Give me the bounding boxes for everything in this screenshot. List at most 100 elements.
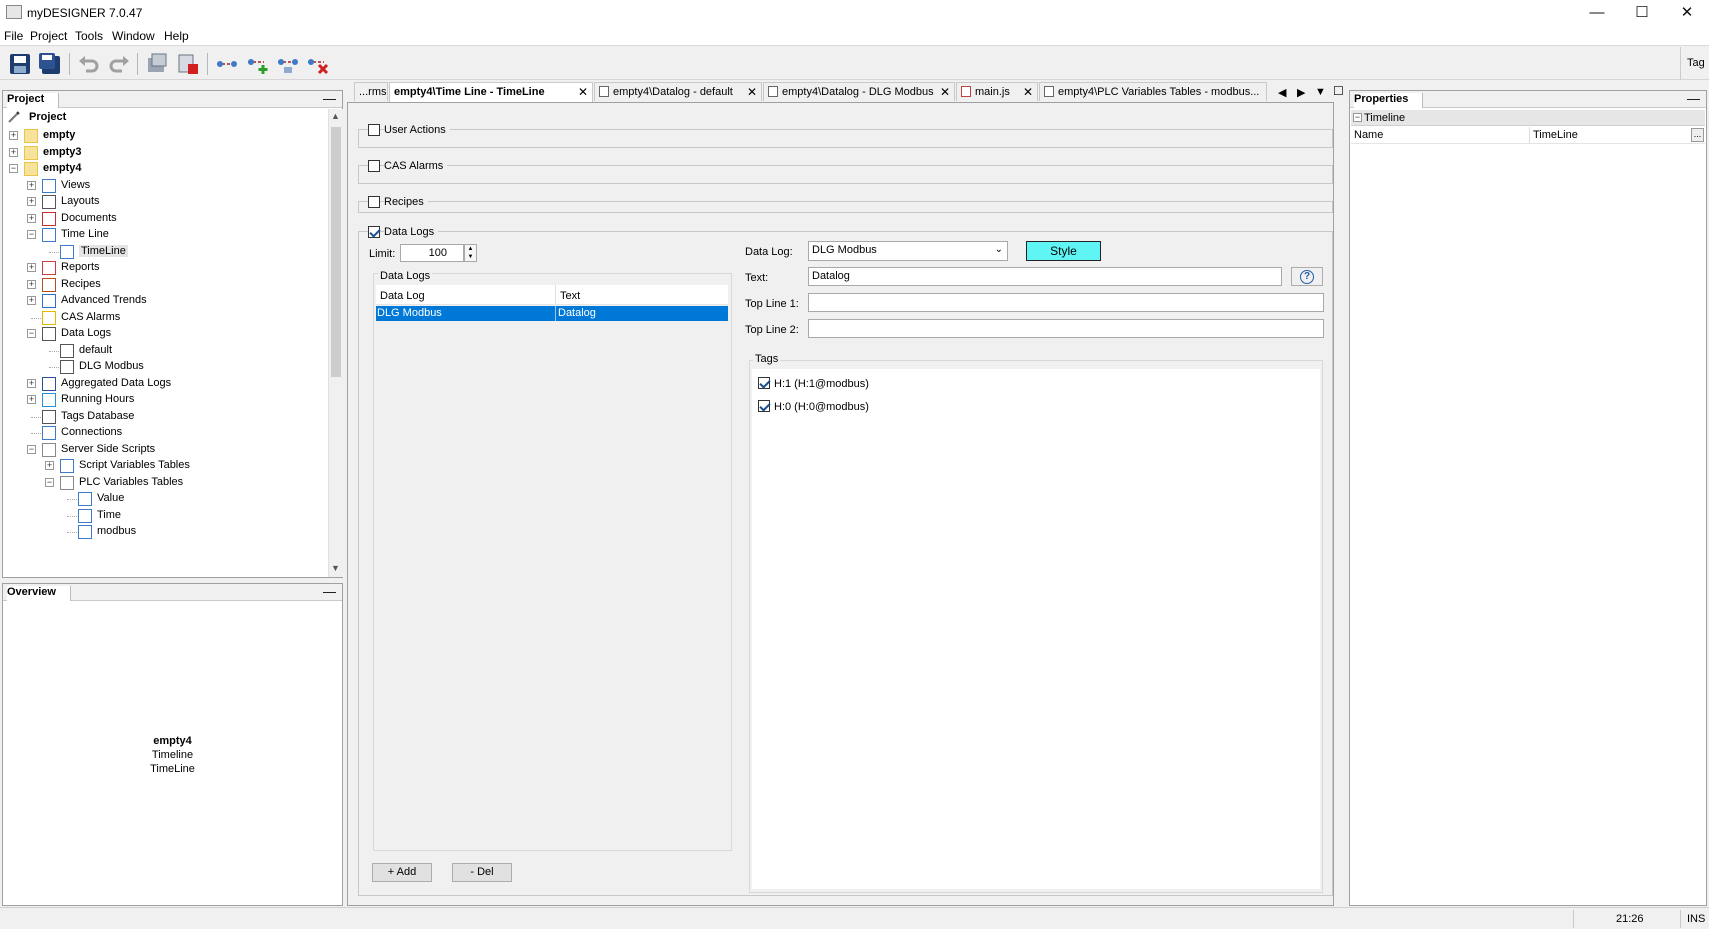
- collapse-icon[interactable]: −: [27, 444, 36, 454]
- close-tab-icon[interactable]: ✕: [747, 85, 757, 99]
- collapse-icon[interactable]: −: [45, 477, 54, 487]
- save-all-icon[interactable]: [38, 52, 62, 76]
- tree-node-icon: [78, 492, 92, 506]
- redo-icon[interactable]: [107, 52, 131, 76]
- expand-icon[interactable]: +: [9, 131, 18, 140]
- tree-scrollbar[interactable]: ▲ ▼: [328, 109, 343, 577]
- menu-project[interactable]: Project: [30, 29, 67, 43]
- tab-main-js[interactable]: main.js ✕: [956, 82, 1038, 101]
- expand-icon[interactable]: +: [27, 279, 36, 289]
- tab-datalog-dlg-modbus[interactable]: empty4\Datalog - DLG Modbus ✕: [763, 82, 955, 101]
- header-text[interactable]: Text: [560, 290, 580, 302]
- datalog-select[interactable]: DLG Modbus ⌄: [808, 241, 1008, 261]
- top-line-1-field[interactable]: [808, 293, 1324, 312]
- recipes-group: [358, 201, 1333, 213]
- expand-icon[interactable]: +: [27, 378, 36, 388]
- menu-tools[interactable]: Tools: [75, 29, 103, 43]
- close-tab-icon[interactable]: ✕: [1023, 85, 1033, 99]
- expand-icon[interactable]: +: [27, 296, 36, 305]
- tab-label: empty4\Datalog - default: [613, 86, 733, 98]
- expand-icon[interactable]: +: [45, 461, 54, 470]
- limit-spinner[interactable]: 100: [400, 244, 464, 262]
- cas-alarms-checkbox[interactable]: [368, 160, 380, 172]
- scroll-up-icon[interactable]: ▲: [331, 111, 340, 121]
- tree-item-label: Recipes: [61, 277, 101, 290]
- help-button[interactable]: ?: [1291, 267, 1323, 286]
- datalog-label: Data Log:: [745, 246, 793, 258]
- close-tab-icon[interactable]: ✕: [940, 85, 950, 99]
- add-connection-icon[interactable]: [246, 52, 270, 76]
- menu-help[interactable]: Help: [164, 29, 189, 43]
- expand-icon[interactable]: +: [27, 395, 36, 404]
- minimize-button[interactable]: —: [1575, 0, 1619, 26]
- tab-datalog-default[interactable]: empty4\Datalog - default ✕: [594, 82, 762, 101]
- property-ellipsis-button[interactable]: ...: [1691, 128, 1704, 142]
- save-icon[interactable]: [8, 52, 32, 76]
- panel-minimize-icon[interactable]: —: [323, 584, 336, 599]
- delete-page-icon[interactable]: [176, 52, 200, 76]
- table-row[interactable]: DLG Modbus Datalog: [376, 306, 728, 321]
- tree-item-label: Documents: [61, 211, 117, 224]
- del-button[interactable]: - Del: [452, 863, 512, 882]
- add-button[interactable]: + Add: [372, 863, 432, 882]
- datalogs-list-title: Data Logs: [378, 270, 433, 282]
- close-button[interactable]: ✕: [1665, 0, 1709, 26]
- data-logs-checkbox[interactable]: [368, 226, 380, 238]
- cas-alarms-group: [358, 165, 1333, 184]
- properties-panel: Properties — − Timeline Name TimeLine ..…: [1349, 90, 1707, 906]
- top-line-2-field[interactable]: [808, 319, 1324, 338]
- tab-list-icon[interactable]: ▼: [1315, 86, 1326, 98]
- tab-scroll-right-icon[interactable]: ▶: [1297, 86, 1305, 99]
- tree-item-label: default: [79, 343, 113, 356]
- expand-icon[interactable]: +: [27, 213, 36, 223]
- text-field[interactable]: Datalog: [808, 267, 1282, 286]
- tree-node-icon: [60, 459, 74, 473]
- menu-file[interactable]: File: [4, 29, 23, 43]
- panel-minimize-icon[interactable]: —: [1687, 91, 1700, 106]
- expand-icon[interactable]: +: [27, 263, 36, 272]
- datalog-icon: [768, 86, 778, 97]
- expand-icon[interactable]: +: [27, 197, 36, 206]
- close-tab-icon[interactable]: ✕: [578, 85, 588, 99]
- tree-item-label: Connections: [61, 426, 123, 438]
- tag-checkbox-h1[interactable]: [758, 377, 770, 389]
- tab-forms[interactable]: ...rms: [354, 82, 388, 101]
- text-field-value: Datalog: [812, 270, 850, 282]
- limit-spinner-arrows[interactable]: ▲ ▼: [464, 244, 477, 262]
- user-actions-group: [358, 129, 1333, 148]
- tab-maximize-icon[interactable]: ☐: [1333, 84, 1344, 98]
- property-row[interactable]: Name TimeLine ...: [1351, 127, 1705, 144]
- collapse-icon[interactable]: −: [1353, 113, 1362, 122]
- undo-icon[interactable]: [77, 52, 101, 76]
- tree-root-label: Project: [29, 111, 67, 123]
- expand-icon[interactable]: +: [27, 180, 36, 190]
- project-panel: Project — Project + empty + empty3 − empty4 + V…: [2, 90, 343, 578]
- edit-connection-icon[interactable]: [276, 52, 300, 76]
- tab-label: ...rms: [359, 86, 387, 98]
- maximize-button[interactable]: ☐: [1620, 0, 1664, 26]
- tab-scroll-left-icon[interactable]: ◀: [1278, 86, 1286, 99]
- panel-minimize-icon[interactable]: —: [323, 91, 336, 106]
- header-data-log[interactable]: Data Log: [380, 290, 425, 302]
- remove-connection-icon[interactable]: [306, 52, 330, 76]
- status-bar: 21:26 INS: [0, 907, 1709, 929]
- editor-area: User Actions CAS Alarms Recipes Data Log…: [347, 102, 1334, 906]
- tab-timeline[interactable]: empty4\Time Line - TimeLine ✕: [389, 82, 593, 102]
- connect-icon[interactable]: [215, 52, 239, 76]
- expand-icon[interactable]: +: [9, 147, 18, 157]
- menu-window[interactable]: Window: [112, 29, 155, 43]
- tab-plc-variables[interactable]: empty4\PLC Variables Tables - modbus...: [1039, 82, 1267, 101]
- properties-section[interactable]: − Timeline: [1351, 110, 1705, 126]
- app-icon: [6, 5, 22, 19]
- user-actions-checkbox[interactable]: [368, 124, 380, 136]
- build-icon[interactable]: [145, 52, 169, 76]
- tree-item-label: Aggregated Data Logs: [61, 376, 172, 389]
- collapse-icon[interactable]: −: [27, 230, 36, 239]
- recipes-checkbox[interactable]: [368, 196, 380, 208]
- style-button[interactable]: Style: [1026, 241, 1101, 261]
- collapse-icon[interactable]: −: [9, 164, 18, 173]
- scroll-thumb[interactable]: [331, 127, 341, 377]
- tag-checkbox-h0[interactable]: [758, 400, 770, 412]
- scroll-down-icon[interactable]: ▼: [331, 563, 340, 573]
- collapse-icon[interactable]: −: [27, 329, 36, 338]
